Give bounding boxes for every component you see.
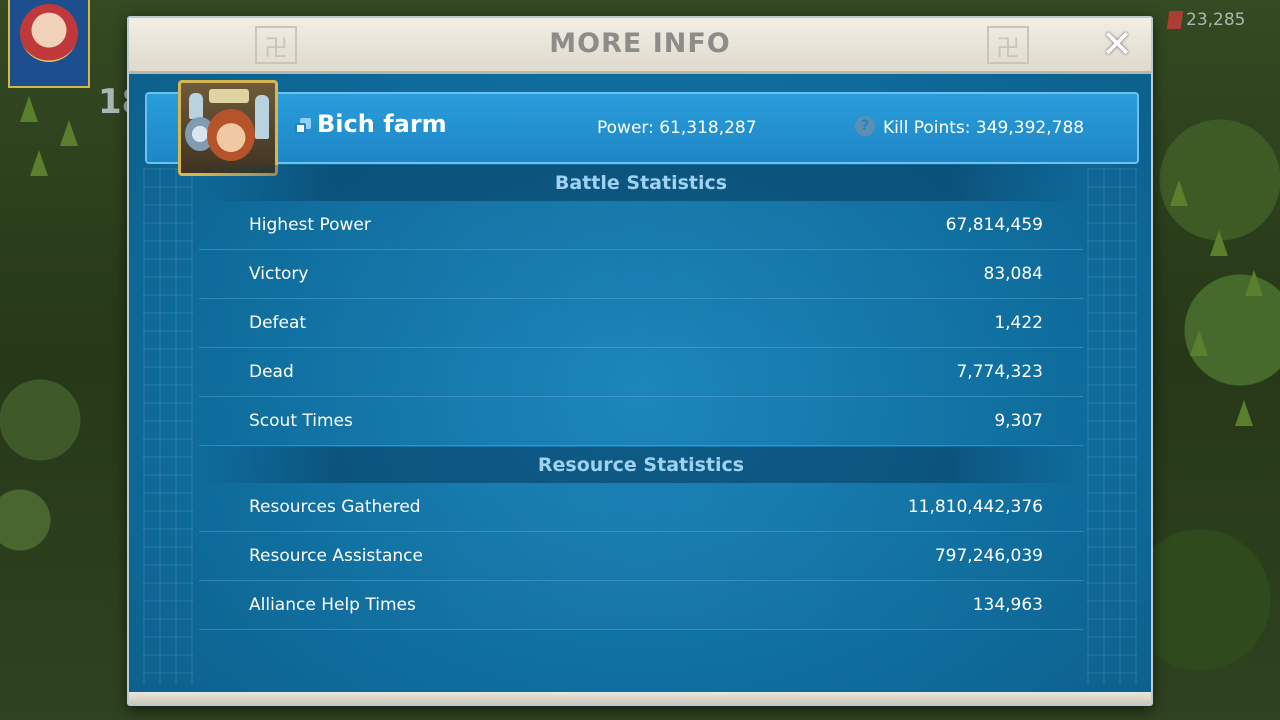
modal-footer <box>129 692 1151 704</box>
battle-statistics-header: Battle Statistics <box>199 165 1083 201</box>
tree <box>1235 400 1253 426</box>
stat-label: Highest Power <box>249 215 371 235</box>
avatar-plaque <box>209 89 249 103</box>
tree <box>1170 180 1188 206</box>
stat-row: Dead 7,774,323 <box>199 348 1083 397</box>
stat-label: Defeat <box>249 313 307 333</box>
more-info-modal: 卍 MORE INFO 卍 ✕ Bich farm Power: 61,318,… <box>127 16 1153 706</box>
modal-header: 卍 MORE INFO 卍 ✕ <box>129 18 1151 74</box>
tree <box>1210 230 1228 256</box>
stat-row: Resource Assistance 797,246,039 <box>199 532 1083 581</box>
stat-label: Victory <box>249 264 309 284</box>
help-icon[interactable]: ? <box>855 116 875 136</box>
gem-icon <box>1166 11 1184 29</box>
resource-statistics-header: Resource Statistics <box>199 447 1083 483</box>
knight-statue <box>189 93 203 119</box>
tree <box>1190 330 1208 356</box>
tree <box>30 150 48 176</box>
player-avatar[interactable] <box>178 80 278 176</box>
gem-counter[interactable]: 23,285 <box>1166 10 1246 30</box>
right-frieze-decoration <box>1087 168 1137 684</box>
tree <box>60 120 78 146</box>
stat-row: Alliance Help Times 134,963 <box>199 581 1083 630</box>
gem-count: 23,285 <box>1186 10 1246 30</box>
governor-avatar[interactable] <box>8 0 90 88</box>
kill-points: Kill Points: 349,392,788 <box>883 118 1085 138</box>
knight-statue <box>255 95 269 139</box>
key-pattern-icon: 卍 <box>987 26 1029 64</box>
stat-label: Resources Gathered <box>249 497 421 517</box>
stat-value: 7,774,323 <box>956 362 1043 382</box>
player-name: Bich farm <box>317 110 447 138</box>
player-power: Power: 61,318,287 <box>597 118 757 138</box>
stat-row: Defeat 1,422 <box>199 299 1083 348</box>
stat-row: Victory 83,084 <box>199 250 1083 299</box>
governor-portrait <box>20 4 78 62</box>
stat-value: 11,810,442,376 <box>907 497 1043 517</box>
stat-label: Alliance Help Times <box>249 595 416 615</box>
stat-value: 797,246,039 <box>934 546 1043 566</box>
copy-icon[interactable] <box>295 118 311 134</box>
commander-portrait <box>207 109 255 161</box>
left-frieze-decoration <box>143 168 193 684</box>
tree <box>20 96 38 122</box>
stat-label: Dead <box>249 362 294 382</box>
stat-row: Resources Gathered 11,810,442,376 <box>199 483 1083 532</box>
stat-value: 134,963 <box>972 595 1043 615</box>
stat-value: 1,422 <box>994 313 1043 333</box>
stat-label: Scout Times <box>249 411 353 431</box>
stat-row: Scout Times 9,307 <box>199 397 1083 446</box>
stat-value: 9,307 <box>994 411 1043 431</box>
resource-statistics-list: Resources Gathered 11,810,442,376 Resour… <box>199 483 1083 630</box>
stat-row: Highest Power 67,814,459 <box>199 201 1083 250</box>
stat-value: 83,084 <box>983 264 1043 284</box>
tree <box>1245 270 1263 296</box>
stat-value: 67,814,459 <box>945 215 1043 235</box>
stat-label: Resource Assistance <box>249 546 423 566</box>
battle-statistics-list: Highest Power 67,814,459 Victory 83,084 … <box>199 201 1083 446</box>
player-banner: Bich farm Power: 61,318,287 ? Kill Point… <box>145 80 1139 176</box>
close-icon[interactable]: ✕ <box>1097 24 1137 64</box>
